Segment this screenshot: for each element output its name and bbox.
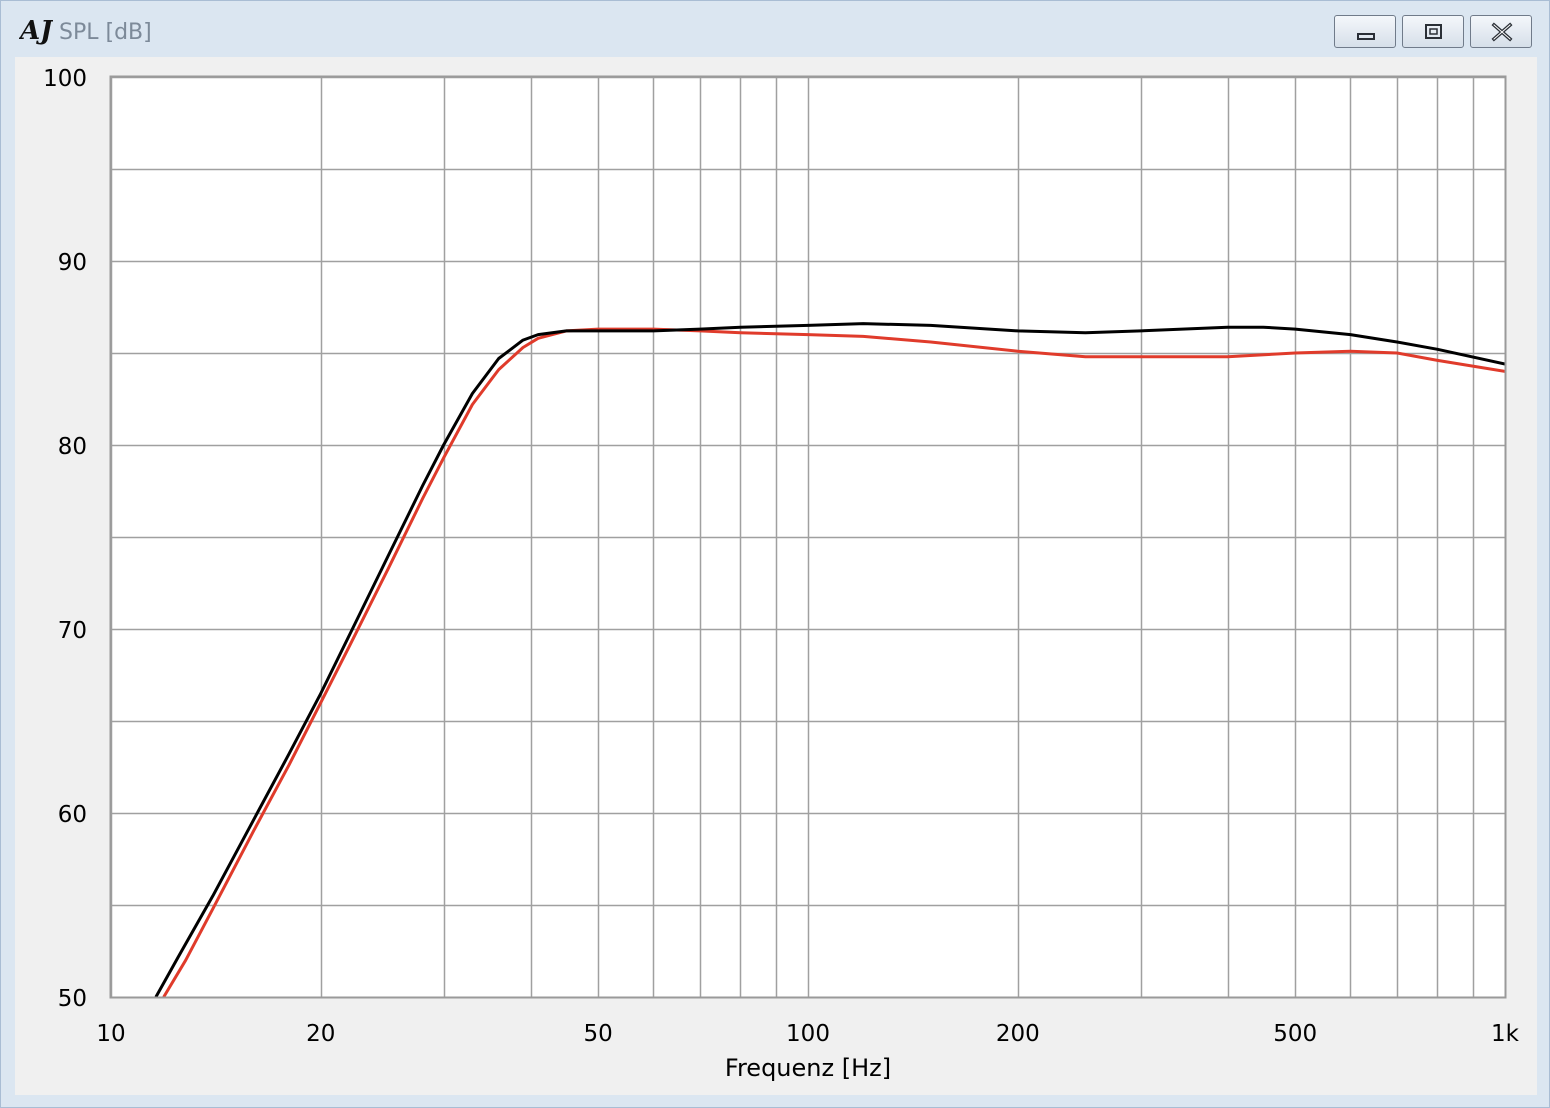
x-tick-label: 1k (1491, 1021, 1520, 1047)
y-tick-label: 100 (43, 66, 87, 92)
y-tick-label: 70 (58, 618, 87, 644)
title-bar[interactable]: AJ SPL [dB] (1, 1, 1549, 57)
window-title: SPL [dB] (59, 20, 152, 45)
x-tick-label: 100 (786, 1021, 830, 1047)
x-tick-label: 200 (996, 1021, 1040, 1047)
minimize-button[interactable] (1334, 15, 1396, 48)
y-tick-label: 60 (58, 802, 87, 828)
x-tick-label: 20 (306, 1021, 335, 1047)
x-tick-label: 50 (584, 1021, 613, 1047)
x-tick-labels: 10 20 50 100 200 500 1k (96, 1021, 1519, 1047)
x-tick-label: 500 (1273, 1021, 1317, 1047)
restore-button[interactable] (1402, 15, 1464, 48)
close-button[interactable] (1470, 15, 1532, 48)
y-tick-label: 90 (58, 250, 87, 276)
y-tick-label: 50 (58, 986, 87, 1012)
app-logo-text: AJ (19, 16, 53, 46)
minimize-icon (1357, 33, 1375, 40)
x-tick-label: 10 (96, 1021, 125, 1047)
app-logo-icon: AJ (19, 16, 53, 46)
y-tick-labels: 50 60 70 80 90 100 (43, 66, 87, 1012)
restore-icon (1425, 24, 1442, 39)
x-axis-title: Frequenz [Hz] (725, 1054, 891, 1082)
spl-chart: 50 60 70 80 90 100 10 20 50 100 200 500 1k Frequenz… (43, 66, 1520, 1082)
y-tick-label: 80 (58, 434, 87, 460)
close-icon (1491, 22, 1513, 42)
